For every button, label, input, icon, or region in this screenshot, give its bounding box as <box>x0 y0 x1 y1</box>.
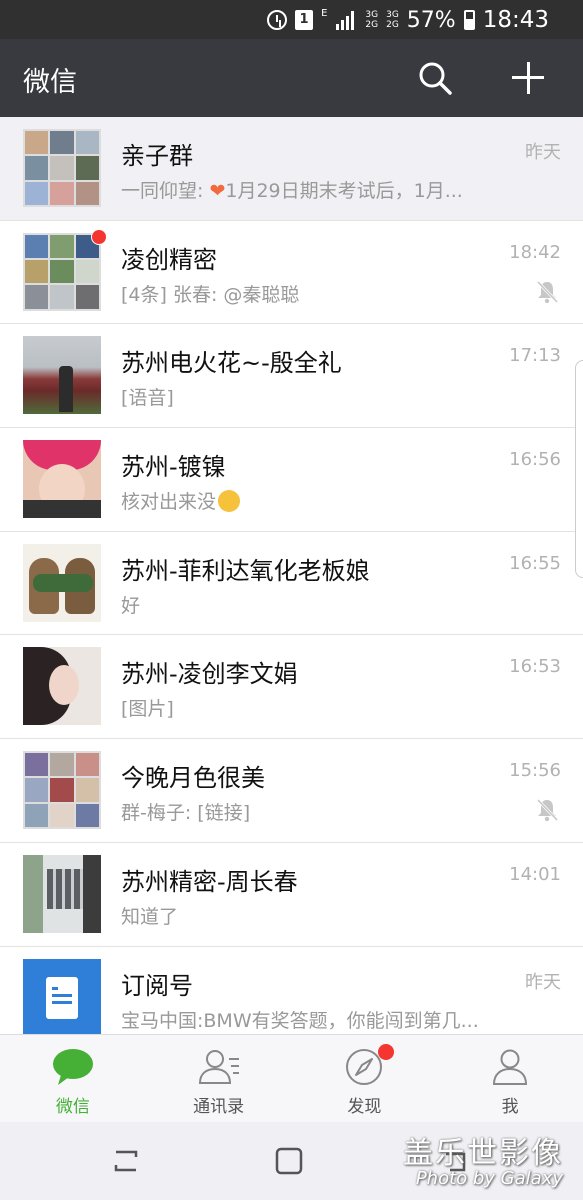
signal-icon <box>335 10 357 30</box>
tab-label: 我 <box>501 1097 519 1117</box>
tab-chats[interactable]: 微信 <box>0 1035 146 1122</box>
heart-icon: ❤ <box>209 180 226 202</box>
chat-name: 订阅号 <box>121 971 193 1000</box>
chat-preview: 群-梅子: [链接] <box>121 802 251 825</box>
chat-time: 16:55 <box>509 552 561 574</box>
group-avatar <box>23 751 101 830</box>
mute-bell-icon <box>536 799 558 822</box>
search-icon[interactable] <box>418 61 452 95</box>
tab-discover[interactable]: 发现 <box>292 1035 438 1122</box>
chat-name: 亲子群 <box>121 142 193 170</box>
system-nav-bar: 盖乐世影像 Photo by Galaxy <box>0 1122 583 1200</box>
chat-preview: [4条] 张春: @秦聪聪 <box>121 283 300 306</box>
chat-name: 苏州-镀镍 <box>121 453 226 482</box>
chat-time: 16:53 <box>509 656 561 678</box>
group-avatar <box>23 129 101 207</box>
app-header: 微信 <box>0 39 583 117</box>
mute-bell-icon <box>536 280 558 303</box>
chat-name: 苏州精密-周长春 <box>121 867 298 896</box>
recent-apps-icon[interactable] <box>112 1146 140 1176</box>
chat-bubble-icon <box>52 1049 93 1085</box>
chat-name: 今晚月色很美 <box>121 764 265 793</box>
group-avatar <box>23 232 101 311</box>
plus-icon[interactable] <box>511 61 545 95</box>
chat-item[interactable]: 凌创精密 [4条] 张春: @秦聪聪 18:42 <box>0 220 583 325</box>
tab-me[interactable]: 我 <box>437 1035 583 1122</box>
battery-percent: 57% <box>406 7 456 33</box>
contacts-icon <box>198 1050 239 1084</box>
sim-icon: 1 <box>295 10 314 30</box>
chat-name: 苏州电火花~-殷全礼 <box>121 349 342 378</box>
scroll-indicator[interactable] <box>575 360 583 578</box>
status-bar: 1 E 3G 2G 3G 2G 57% 18:43 <box>0 0 583 39</box>
chat-preview: 好 <box>121 594 141 617</box>
alarm-icon <box>267 10 288 30</box>
bottom-tab-bar: 微信 通讯录 发现 我 <box>0 1034 583 1122</box>
tab-label: 微信 <box>55 1097 90 1117</box>
page-title: 微信 <box>23 67 77 98</box>
person-icon <box>493 1049 528 1085</box>
chat-time: 15:56 <box>509 760 561 782</box>
contact-avatar <box>23 440 101 519</box>
chat-item[interactable]: 苏州-镀镍 核对出来没 16:56 <box>0 428 583 532</box>
watermark: 盖乐世影像 Photo by Galaxy <box>403 1136 563 1189</box>
sleepy-face-emoji-icon <box>218 490 241 513</box>
chat-preview: 宝马中国:BMW有奖答题，你能闯到第几... <box>121 1009 479 1032</box>
tab-label: 通讯录 <box>193 1097 245 1117</box>
chat-time: 16:56 <box>509 449 561 471</box>
status-time: 18:43 <box>482 7 549 33</box>
network-3g-2g: 3G 2G <box>365 10 379 30</box>
subscription-icon <box>23 958 101 1034</box>
tab-contacts[interactable]: 通讯录 <box>146 1035 292 1122</box>
chat-name: 苏州-凌创李文娟 <box>121 660 298 689</box>
network-3g: 3G 2G <box>386 10 399 30</box>
chat-time: 昨天 <box>525 142 561 163</box>
chat-list: 亲子群 一同仰望: ❤1月29日期末考试后，1月... 昨天 凌创精密 [4条]… <box>0 117 583 1034</box>
tab-label: 发现 <box>347 1097 382 1117</box>
contact-avatar <box>23 336 101 415</box>
chat-time: 昨天 <box>525 971 561 993</box>
chat-item[interactable]: 订阅号 宝马中国:BMW有奖答题，你能闯到第几... 昨天 <box>0 946 583 1034</box>
chat-time: 18:42 <box>509 241 561 263</box>
chat-item[interactable]: 苏州精密-周长春 知道了 14:01 <box>0 842 583 947</box>
chat-preview: 知道了 <box>121 905 179 928</box>
chat-preview: [语音] <box>121 387 174 410</box>
battery-icon <box>463 10 475 30</box>
chat-preview: [图片] <box>121 698 174 721</box>
chat-name: 苏州-菲利达氧化老板娘 <box>121 556 370 585</box>
chat-item[interactable]: 亲子群 一同仰望: ❤1月29日期末考试后，1月... 昨天 <box>0 117 583 221</box>
chat-preview: 一同仰望: ❤1月29日期末考试后，1月... <box>121 180 463 202</box>
home-button-icon[interactable] <box>274 1146 304 1176</box>
chat-item[interactable]: 今晚月色很美 群-梅子: [链接] 15:56 <box>0 739 583 843</box>
chat-name: 凌创精密 <box>121 245 217 274</box>
chat-time: 17:13 <box>509 345 561 367</box>
contact-avatar <box>23 647 101 726</box>
unread-dot <box>91 228 107 245</box>
chat-item[interactable]: 苏州-菲利达氧化老板娘 好 16:55 <box>0 531 583 636</box>
contact-avatar <box>23 543 101 622</box>
chat-preview: 核对出来没 <box>121 487 241 514</box>
chat-time: 14:01 <box>509 863 561 885</box>
contact-avatar <box>23 854 101 933</box>
discover-unread-dot <box>377 1044 394 1060</box>
chat-item[interactable]: 苏州电火花~-殷全礼 [语音] 17:13 <box>0 324 583 429</box>
network-type-e: E <box>321 8 328 19</box>
chat-item[interactable]: 苏州-凌创李文娟 [图片] 16:53 <box>0 635 583 740</box>
